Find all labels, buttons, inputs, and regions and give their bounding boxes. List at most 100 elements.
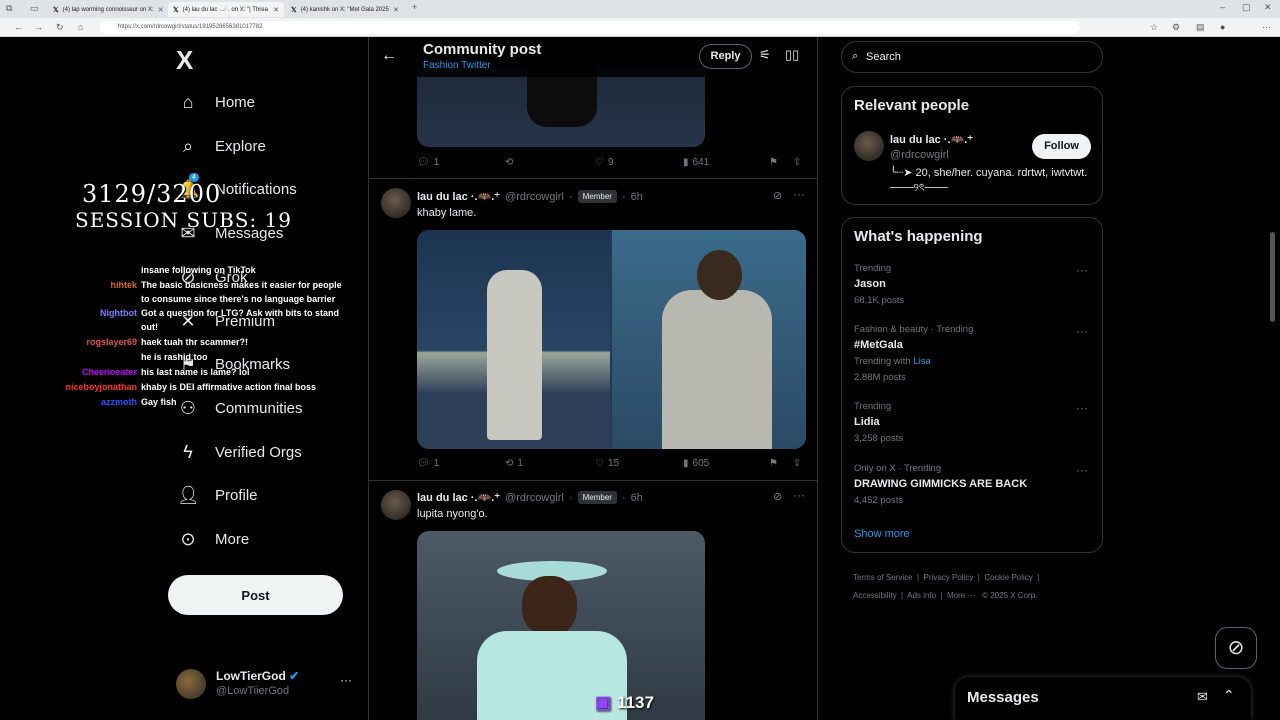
repost-action[interactable]: ⟲ [505,157,517,168]
extensions-icon[interactable]: ⚙ [1172,22,1180,33]
messages-drawer[interactable]: Messages ✉ ⌃ [955,677,1251,720]
member-badge: Member [577,190,617,203]
reply-count: 1 [433,458,440,469]
author-name[interactable]: lau du lac ·.🦇.⁺ [417,491,500,504]
window-close-icon[interactable]: ✕ [1264,2,1272,13]
reply-action[interactable]: 💬︎ 1 [417,458,439,469]
avatar[interactable] [854,131,884,161]
new-tab-icon[interactable]: + [412,2,417,13]
home-browser-icon[interactable]: ⌂ [78,22,83,33]
post-button[interactable]: Post [168,575,343,615]
trend-item[interactable]: Trending Lidia 3,258 posts ··· [842,398,1102,448]
profile-browser-icon[interactable]: ● [1220,22,1225,33]
author-handle[interactable]: @rdrcowgirl [505,492,564,504]
grok-floating-icon[interactable]: ⊘ [1215,627,1257,669]
nav-more[interactable]: ⊙ More [177,519,249,559]
trend-more-icon[interactable]: ··· [1076,263,1088,277]
reader-icon[interactable]: ▯▯ [785,47,799,63]
post-time[interactable]: 6h [631,492,643,504]
scrollbar-thumb[interactable] [1270,232,1275,322]
collections-icon[interactable]: ▤ [1196,22,1205,33]
bookmark-action[interactable]: ⚑ [769,458,778,469]
post-more-icon[interactable]: ··· [793,488,805,502]
person-handle[interactable]: @rdrcowgirl [890,149,949,161]
footer-link[interactable]: Privacy Policy [924,573,974,582]
browser-tab-1[interactable]: 𝕏 (4) lap worming connoisseur on X: ✕ [48,2,166,17]
community-link[interactable]: Fashion Twitter [423,60,491,71]
follow-button[interactable]: Follow [1032,134,1091,159]
search-icon: ⌕ [852,50,859,62]
new-message-icon[interactable]: ✉ [1197,689,1208,705]
nav-profile[interactable]: 👤︎ Profile [177,475,258,515]
footer-link[interactable]: Accessibility [853,591,897,600]
share-action[interactable]: ⇪ [793,157,801,168]
account-more-icon[interactable]: ··· [340,673,352,687]
footer-link[interactable]: Cookie Policy [984,573,1032,582]
close-tab-icon[interactable]: ✕ [393,6,399,14]
trend-item[interactable]: Trending Jason 68.1K posts ··· [842,260,1102,310]
search-box[interactable]: ⌕ Search [841,41,1103,73]
minimize-icon[interactable]: – [1220,2,1225,13]
trend-more-icon[interactable]: ··· [1076,401,1088,415]
author-handle[interactable]: @rdrcowgirl [505,191,564,203]
footer-link[interactable]: Ads info [907,591,936,600]
post-time[interactable]: 6h [631,191,643,203]
forward-icon[interactable]: → [34,22,43,33]
person-name[interactable]: lau du lac ·.🦇.⁺ [890,133,973,146]
chat-username: Nightbot [100,308,137,318]
favorites-icon[interactable]: ☆ [1150,22,1158,33]
browser-menu-icon[interactable]: ⧉ [6,3,12,14]
close-tab-icon[interactable]: ✕ [158,6,164,14]
reply-button[interactable]: Reply [699,44,752,69]
nav-grok[interactable]: ⊘ Grok [177,257,247,297]
views-action[interactable]: ▮ 605 [683,458,709,469]
post-more-icon[interactable]: ··· [793,187,805,201]
views-action[interactable]: ▮ 641 [683,157,709,168]
nav-bookmarks[interactable]: ⚑ Bookmarks [177,344,290,384]
reload-icon[interactable]: ↻ [56,22,64,33]
like-action[interactable]: ♡ 15 [595,458,619,469]
footer-link[interactable]: Terms of Service [853,573,913,582]
grok-icon[interactable]: ⊘ [773,189,782,202]
trending-with-link[interactable]: Lisa [913,356,930,367]
author-name[interactable]: lau du lac ·.🦇.⁺ [417,190,500,203]
grok-icon[interactable]: ⊘ [773,490,782,503]
nav-communities[interactable]: ⚇ Communities [177,388,303,428]
maximize-icon[interactable]: ▢ [1242,2,1251,13]
browser-tab-3[interactable]: 𝕏 (4) kanishk on X: "Met Gala 2025 ✕ [286,2,404,17]
browser-more-icon[interactable]: ··· [1262,22,1271,33]
trend-item[interactable]: Fashion & beauty · Trending #MetGala Tre… [842,321,1102,389]
post-image[interactable] [417,67,705,147]
close-tab-icon[interactable]: ✕ [273,6,279,14]
like-action[interactable]: ♡ 9 [595,157,614,168]
x-logo-icon[interactable]: X [176,45,193,76]
nav-verified-orgs[interactable]: ϟ Verified Orgs [177,432,301,472]
back-arrow-icon[interactable]: ← [381,47,397,65]
trend-more-icon[interactable]: ··· [1076,324,1088,338]
browser-tab-2[interactable]: 𝕏 (4) lau du lac ·.☄. on X: "| Threa ✕ [168,2,284,17]
back-icon[interactable]: ← [14,22,23,33]
sliders-icon[interactable]: ⚟ [759,47,771,63]
show-more-link[interactable]: Show more [854,528,910,540]
nav-home[interactable]: ⌂ Home [177,82,255,122]
footer-link[interactable]: More ··· [947,591,975,600]
trend-more-icon[interactable]: ··· [1076,463,1088,477]
url-field[interactable]: https://x.com/rdrcowgirl/status/19195286… [100,21,1080,34]
post-image[interactable] [417,531,705,720]
nav-explore[interactable]: ⌕ Explore [177,126,266,166]
chevron-up-icon[interactable]: ⌃ [1223,687,1235,704]
tab-actions-icon[interactable]: ▭ [30,3,39,14]
bookmark-action[interactable]: ⚑ [769,157,778,168]
nav-premium[interactable]: ✕ Premium [177,301,275,341]
share-action[interactable]: ⇪ [793,458,801,469]
reply-action[interactable]: 💬︎ 1 [417,157,439,168]
avatar[interactable] [381,490,411,520]
search-placeholder: Search [866,51,901,63]
post-image[interactable] [417,230,610,449]
repost-action[interactable]: ⟲ 1 [505,458,523,469]
account-switcher[interactable]: LowTierGod ✔ @LowTiierGod ··· [176,667,366,707]
avatar[interactable] [381,188,411,218]
trend-item[interactable]: Only on X · Trending DRAWING GIMMICKS AR… [842,460,1102,510]
post-image[interactable] [612,230,806,449]
trend-title: DRAWING GIMMICKS ARE BACK [854,478,1028,490]
